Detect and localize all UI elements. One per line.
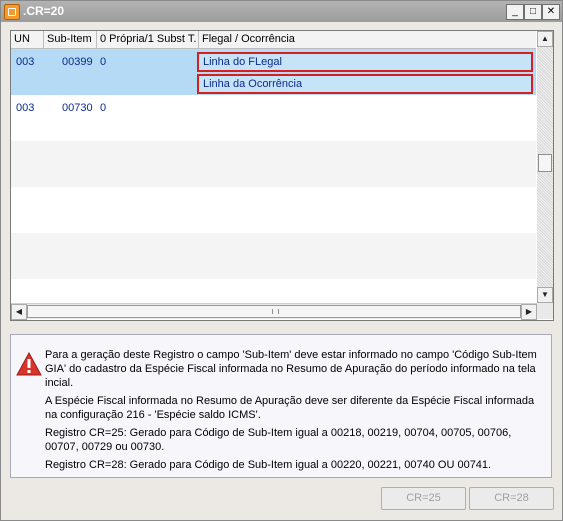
cell-un[interactable]: 003 <box>13 97 34 119</box>
app-window-icon <box>4 4 20 20</box>
horizontal-scroll-thumb[interactable] <box>27 305 521 318</box>
column-header-flegal[interactable]: Flegal / Ocorrência <box>199 31 536 48</box>
empty-row <box>11 141 536 187</box>
cell-propria[interactable]: 0 <box>97 97 106 119</box>
cr28-button[interactable]: CR=28 <box>469 487 554 510</box>
empty-row <box>11 233 536 279</box>
cell-sub-item[interactable]: 00399 <box>59 51 93 73</box>
cell-ocorrencia[interactable]: Linha da Ocorrência <box>197 74 533 94</box>
info-message: Para a geração deste Registro o campo 'S… <box>45 348 545 476</box>
cell-sub-item[interactable]: 00730 <box>59 97 93 119</box>
window-title: .CR=20 <box>23 4 65 18</box>
title-bar[interactable]: .CR=20 _ □ ✕ <box>1 1 562 22</box>
cell-propria[interactable]: 0 <box>97 51 106 73</box>
horizontal-scrollbar[interactable]: ◀ ▶ <box>11 303 537 320</box>
close-button[interactable]: ✕ <box>542 4 560 20</box>
minimize-button[interactable]: _ <box>506 4 524 20</box>
maximize-button[interactable]: □ <box>524 4 542 20</box>
cr25-button[interactable]: CR=25 <box>381 487 466 510</box>
empty-row <box>11 187 536 233</box>
vertical-scrollbar[interactable]: ▲ ▼ <box>537 31 553 303</box>
scrollbar-corner <box>537 303 553 319</box>
warning-icon <box>16 352 42 376</box>
scroll-right-arrow-icon[interactable]: ▶ <box>521 304 537 320</box>
info-paragraph: Registro CR=25: Gerado para Código de Su… <box>45 427 512 453</box>
empty-row <box>11 279 536 303</box>
column-header-propria[interactable]: 0 Própria/1 Subst T. <box>97 31 199 48</box>
info-panel: Para a geração deste Registro o campo 'S… <box>10 334 552 478</box>
scroll-down-arrow-icon[interactable]: ▼ <box>537 287 553 303</box>
cell-flegal[interactable]: Linha do FLegal <box>197 52 533 72</box>
info-paragraph: A Espécie Fiscal informada no Resumo de … <box>45 395 535 421</box>
scroll-left-arrow-icon[interactable]: ◀ <box>11 304 27 320</box>
table-row[interactable]: 003 00399 0 Linha do FLegal Linha da Oco… <box>11 49 536 95</box>
cell-un[interactable]: 003 <box>13 51 34 73</box>
info-paragraph: Para a geração deste Registro o campo 'S… <box>45 349 537 389</box>
column-header-sub-item[interactable]: Sub-Item <box>44 31 97 48</box>
info-paragraph: Registro CR=28: Gerado para Código de Su… <box>45 459 492 471</box>
scroll-up-arrow-icon[interactable]: ▲ <box>537 31 553 47</box>
records-grid[interactable]: UN Sub-Item 0 Própria/1 Subst T. Flegal … <box>10 30 554 321</box>
dialog-window: .CR=20 _ □ ✕ UN Sub-Item 0 Própria/1 Sub… <box>0 0 563 521</box>
table-row[interactable]: 003 00730 0 <box>11 95 536 141</box>
scroll-thumb[interactable] <box>538 154 552 172</box>
grid-rows: 003 00399 0 Linha do FLegal Linha da Oco… <box>11 49 536 303</box>
grid-header: UN Sub-Item 0 Própria/1 Subst T. Flegal … <box>11 31 536 49</box>
column-header-un[interactable]: UN <box>11 31 44 48</box>
